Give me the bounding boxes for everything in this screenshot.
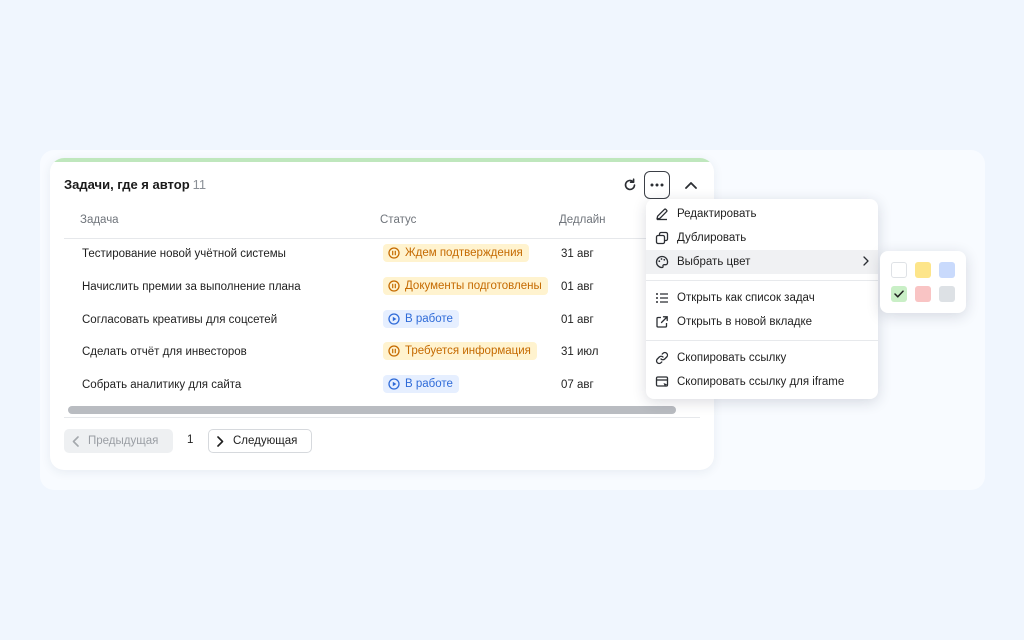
menu-divider (646, 280, 878, 281)
external-link-icon (655, 315, 669, 329)
status-label: Документы подготовлены (405, 280, 542, 292)
deadline-date: 01 авг (561, 314, 594, 326)
menu-item-copy-link[interactable]: Скопировать ссылку (646, 346, 878, 370)
widget-title: Задачи, где я автор 11 (64, 177, 206, 192)
tasks-widget: Задачи, где я автор 11 Задача Статус Дедл… (50, 158, 714, 470)
previous-page-button[interactable]: Предыдущая (64, 429, 173, 453)
deadline-date: 07 авг (561, 379, 594, 391)
pause-icon (388, 280, 400, 292)
table-bottom-divider (64, 417, 700, 418)
menu-item-edit[interactable]: Редактировать (646, 202, 878, 226)
table-row[interactable]: Согласовать креативы для соцсетей В рабо… (64, 304, 704, 336)
widget-context-menu: Редактировать Дублировать Выбрать цвет О… (646, 199, 878, 399)
refresh-button[interactable] (617, 172, 643, 198)
status-badge: Документы подготовлены (383, 277, 548, 295)
next-page-label: Следующая (233, 435, 298, 447)
menu-item-open-as-task-list[interactable]: Открыть как список задач (646, 286, 878, 310)
menu-item-label: Дублировать (677, 232, 747, 244)
task-name[interactable]: Сделать отчёт для инвесторов (82, 346, 247, 358)
color-swatch-white[interactable] (891, 262, 907, 278)
column-header-status[interactable]: Статус (380, 214, 416, 226)
widget-task-count: 11 (192, 177, 207, 192)
refresh-icon (624, 178, 636, 191)
more-icon (650, 183, 664, 187)
menu-item-label: Скопировать ссылку для iframe (677, 376, 845, 388)
color-swatch-gray[interactable] (939, 286, 955, 302)
color-palette-submenu (880, 251, 966, 313)
color-swatch-yellow[interactable] (915, 262, 931, 278)
status-label: Требуется информация (405, 345, 531, 357)
table-row[interactable]: Тестирование новой учётной системы Ждем … (64, 238, 704, 270)
chevron-up-icon (685, 182, 697, 189)
widget-color-strip (50, 158, 714, 162)
chevron-right-icon (863, 256, 869, 266)
status-label: Ждем подтверждения (405, 247, 523, 259)
deadline-date: 31 июл (561, 346, 599, 358)
deadline-date: 01 авг (561, 281, 594, 293)
table-row[interactable]: Собрать аналитику для сайта В работе 07 … (64, 369, 704, 401)
menu-item-label: Выбрать цвет (677, 256, 751, 268)
duplicate-icon (655, 231, 669, 245)
color-swatch-red[interactable] (915, 286, 931, 302)
column-header-deadline[interactable]: Дедлайн (559, 214, 606, 226)
play-icon (388, 313, 400, 325)
column-header-task[interactable]: Задача (80, 214, 119, 226)
menu-item-open-in-new-tab[interactable]: Открыть в новой вкладке (646, 310, 878, 334)
menu-item-label: Открыть как список задач (677, 292, 815, 304)
task-name[interactable]: Тестирование новой учётной системы (82, 248, 286, 260)
menu-item-label: Открыть в новой вкладке (677, 316, 813, 328)
task-name[interactable]: Собрать аналитику для сайта (82, 379, 241, 391)
table-row[interactable]: Сделать отчёт для инвесторов Требуется и… (64, 336, 704, 368)
collapse-button[interactable] (678, 172, 704, 198)
task-name[interactable]: Начислить премии за выполнение плана (82, 281, 301, 293)
chevron-left-icon (72, 435, 79, 447)
widget-title-text: Задачи, где я автор (64, 177, 190, 192)
more-options-button[interactable] (644, 171, 670, 199)
table-row[interactable]: Начислить премии за выполнение плана Док… (64, 271, 704, 303)
previous-page-label: Предыдущая (88, 435, 159, 447)
color-swatch-green[interactable] (891, 286, 907, 302)
menu-item-label: Скопировать ссылку (677, 352, 787, 364)
deadline-date: 31 авг (561, 248, 594, 260)
play-icon (388, 378, 400, 390)
status-badge: В работе (383, 310, 459, 328)
menu-item-label: Редактировать (677, 208, 757, 220)
current-page-number[interactable]: 1 (187, 434, 193, 446)
palette-icon (655, 255, 669, 269)
status-badge: Требуется информация (383, 342, 537, 360)
horizontal-scrollbar[interactable] (64, 402, 700, 420)
pause-icon (388, 345, 400, 357)
color-swatch-blue[interactable] (939, 262, 955, 278)
chevron-right-icon (217, 435, 224, 447)
menu-item-copy-iframe-link[interactable]: Скопировать ссылку для iframe (646, 370, 878, 394)
checkmark-icon (894, 290, 904, 298)
menu-item-choose-color[interactable]: Выбрать цвет (646, 250, 878, 274)
status-label: В работе (405, 378, 453, 390)
menu-divider (646, 340, 878, 341)
iframe-icon (655, 375, 669, 389)
pencil-icon (655, 207, 669, 221)
status-badge: Ждем подтверждения (383, 244, 529, 262)
status-badge: В работе (383, 375, 459, 393)
task-name[interactable]: Согласовать креативы для соцсетей (82, 314, 277, 326)
list-icon (655, 291, 669, 305)
scrollbar-thumb[interactable] (68, 406, 676, 414)
link-icon (655, 351, 669, 365)
status-label: В работе (405, 313, 453, 325)
menu-item-duplicate[interactable]: Дублировать (646, 226, 878, 250)
pause-icon (388, 247, 400, 259)
next-page-button[interactable]: Следующая (208, 429, 312, 453)
